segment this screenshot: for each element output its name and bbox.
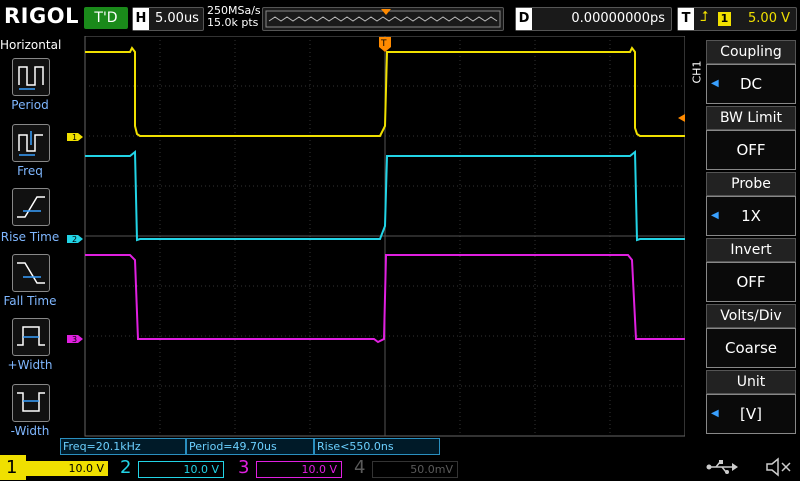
negative-width-label: -Width: [10, 424, 50, 438]
volts-div-title: Volts/Div: [706, 304, 796, 328]
trigger-box[interactable]: T ⮥ 1 5.00 V: [677, 7, 797, 31]
freq-measure-button[interactable]: [12, 124, 50, 162]
unit-select-icon: ◀: [711, 408, 719, 419]
unit-title: Unit: [706, 370, 796, 394]
invert-button[interactable]: OFF: [706, 262, 796, 302]
trigger-key: T: [678, 8, 694, 30]
fall-time-icon: [17, 262, 45, 284]
ch1-scale: 10.0 V: [24, 461, 108, 476]
period-icon: [18, 66, 44, 90]
probe-button[interactable]: ◀ 1X: [706, 196, 796, 236]
period-label: Period: [11, 98, 49, 112]
fall-time-label: Fall Time: [3, 294, 57, 308]
ch1-status[interactable]: 1 10.0 V: [0, 455, 112, 480]
ch2-scale: 10.0 V: [138, 461, 224, 478]
unit-value: [V]: [740, 405, 762, 423]
ch4-status[interactable]: 4 50.0mV: [348, 455, 460, 480]
delay-box[interactable]: D 0.00000000ps: [515, 7, 672, 31]
coupling-select-icon: ◀: [711, 78, 719, 89]
negative-width-measure-button[interactable]: [12, 384, 50, 422]
trigger-level: 5.00 V: [748, 11, 790, 26]
rise-measurement[interactable]: Rise<550.0ns: [314, 438, 440, 455]
acquisition-info: 250MSa/s 15.0k pts: [207, 5, 261, 29]
positive-width-measure-button[interactable]: [12, 318, 50, 356]
freq-measurement[interactable]: Freq=20.1kHz: [60, 438, 186, 455]
coupling-value: DC: [739, 75, 763, 93]
delay-value: 0.00000000ps: [571, 11, 665, 26]
horizontal-menu-title: Horizontal: [0, 38, 62, 52]
coupling-title: Coupling: [706, 40, 796, 64]
bw-limit-button[interactable]: OFF: [706, 130, 796, 170]
volts-div-button[interactable]: Coarse: [706, 328, 796, 368]
ch3-marker-label: 3: [72, 335, 77, 344]
waveform-display[interactable]: 1 2 3 T: [60, 36, 685, 438]
ch3-scale: 10.0 V: [256, 461, 342, 478]
ch2-status[interactable]: 2 10.0 V: [116, 455, 228, 480]
invert-value: OFF: [736, 273, 766, 291]
positive-width-icon: [17, 326, 45, 346]
rise-time-measure-button[interactable]: [12, 188, 50, 226]
ch1-marker: 1: [67, 133, 83, 142]
probe-select-icon: ◀: [711, 210, 719, 221]
unit-button[interactable]: ◀ [V]: [706, 394, 796, 434]
invert-title: Invert: [706, 238, 796, 262]
memory-depth: 15.0k pts: [207, 16, 259, 29]
trigger-position-label: T: [380, 39, 387, 49]
rising-edge-icon: ⮥: [700, 9, 709, 25]
volts-div-value: Coarse: [724, 339, 778, 357]
usb-icon: [704, 458, 738, 476]
period-measure-button[interactable]: [12, 58, 50, 96]
coupling-button[interactable]: ◀ DC: [706, 64, 796, 104]
period-measurement[interactable]: Period=49.70us: [186, 438, 314, 455]
freq-icon: [18, 131, 43, 156]
run-status-badge[interactable]: T'D: [84, 7, 128, 29]
probe-value: 1X: [741, 207, 761, 225]
positive-width-label: +Width: [7, 358, 53, 372]
bw-limit-value: OFF: [736, 141, 766, 159]
fall-time-measure-button[interactable]: [12, 254, 50, 292]
delay-key: D: [516, 8, 532, 30]
rigol-logo: RIGOL: [4, 4, 79, 28]
ch3-number: 3: [238, 457, 250, 478]
rise-time-icon: [17, 196, 45, 218]
rise-time-label: Rise Time: [0, 230, 60, 244]
ch3-marker: 3: [67, 335, 83, 344]
memory-overview-bar[interactable]: [262, 7, 504, 31]
bw-limit-title: BW Limit: [706, 106, 796, 130]
memory-waveform-preview: [265, 9, 501, 28]
timebase-key: H: [133, 8, 149, 30]
memory-trigger-pointer: [381, 9, 391, 15]
ch4-scale: 50.0mV: [372, 461, 458, 478]
negative-width-icon: [17, 392, 45, 412]
ch2-number: 2: [120, 457, 132, 478]
ch2-marker: 2: [67, 235, 83, 244]
timebase-value: 5.00us: [155, 11, 199, 26]
ch3-status[interactable]: 3 10.0 V: [232, 455, 344, 480]
ch1-marker-label: 1: [72, 133, 77, 142]
ch2-marker-label: 2: [72, 235, 77, 244]
sound-muted-icon[interactable]: [764, 457, 794, 477]
probe-title: Probe: [706, 172, 796, 196]
freq-label: Freq: [17, 164, 43, 178]
timebase-box[interactable]: H 5.00us: [132, 7, 204, 31]
trigger-source: 1: [718, 12, 731, 26]
ch4-number: 4: [354, 457, 366, 478]
channel-menu-tag: CH1: [690, 60, 704, 84]
ch1-number: 1: [6, 457, 18, 478]
